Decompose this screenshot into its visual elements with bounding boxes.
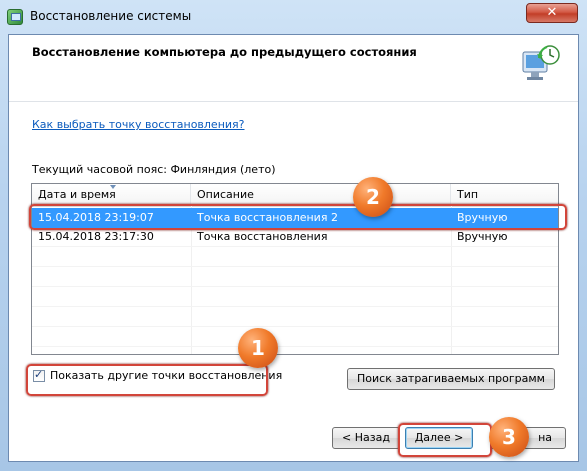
- page-title: Восстановление компьютера до предыдущего…: [32, 45, 417, 59]
- scan-affected-programs-button[interactable]: Поиск затрагиваемых программ: [347, 368, 555, 390]
- highlight-selected-row: [29, 204, 567, 230]
- back-button[interactable]: < Назад: [332, 427, 400, 449]
- highlight-next-button: [398, 423, 492, 457]
- row-description: Точка восстановления: [197, 230, 328, 243]
- timezone-label: Текущий часовой пояс: Финляндия (лето): [32, 163, 276, 176]
- row-divider: [32, 286, 558, 287]
- row-date: 15.04.2018 23:17:30: [38, 230, 154, 243]
- column-header-type[interactable]: Тип: [451, 184, 558, 206]
- row-divider: [32, 306, 558, 307]
- row-divider: [32, 346, 558, 347]
- window-title: Восстановление системы: [30, 9, 192, 23]
- title-bar: Восстановление системы ✕: [0, 0, 587, 34]
- column-header-description[interactable]: Описание: [191, 184, 451, 206]
- dialog-client: Восстановление компьютера до предыдущего…: [8, 34, 579, 462]
- row-divider: [32, 266, 558, 267]
- dialog-header: Восстановление компьютера до предыдущего…: [9, 35, 578, 102]
- highlight-checkbox: [26, 364, 268, 396]
- system-restore-icon: [522, 45, 560, 80]
- step-badge-3: 3: [489, 417, 529, 457]
- sort-arrow-icon: [110, 185, 116, 189]
- table-row[interactable]: 15.04.2018 23:17:30 Точка восстановления…: [32, 227, 558, 247]
- step-badge-2: 2: [353, 177, 393, 217]
- close-button[interactable]: ✕: [526, 3, 578, 23]
- system-restore-app-icon: [7, 9, 23, 25]
- row-divider: [32, 326, 558, 327]
- window-frame: Восстановление системы ✕ Восстановление …: [0, 0, 587, 471]
- help-link[interactable]: Как выбрать точку восстановления?: [32, 118, 245, 131]
- step-badge-1: 1: [238, 328, 278, 368]
- row-type: Вручную: [457, 230, 508, 243]
